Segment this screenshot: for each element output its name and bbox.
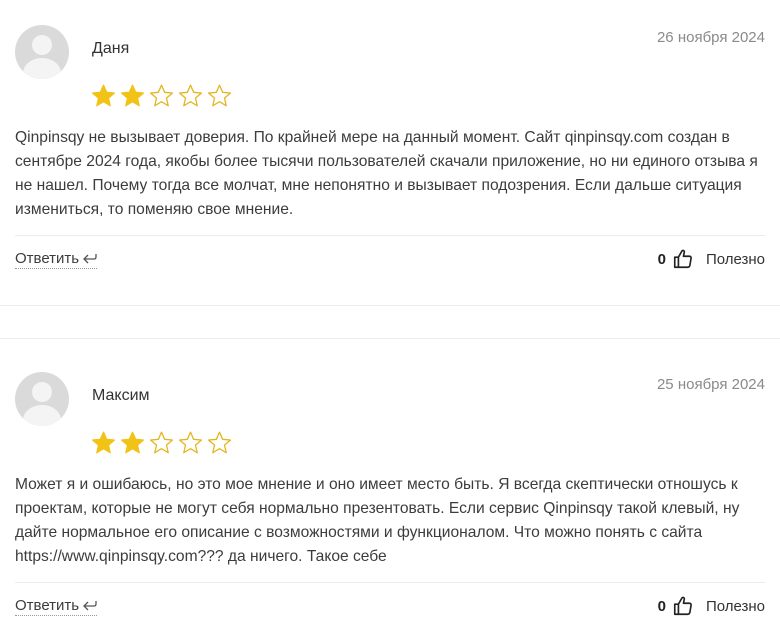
star-filled-icon [121,431,144,454]
star-filled-icon [121,84,144,107]
useful-count: 0 [657,250,666,268]
useful-button[interactable]: Полезно [706,251,765,268]
useful-block: 0 Полезно [658,248,765,270]
star-filled-icon [92,431,115,454]
avatar [15,372,69,426]
review-date: 25 ноября 2024 [656,376,765,393]
star-empty-icon [208,431,231,454]
star-empty-icon [179,431,202,454]
reply-label: Ответить [15,597,80,614]
star-empty-icon [150,431,173,454]
review-divider [0,305,780,339]
review-separator [15,235,765,236]
reply-button[interactable]: Ответить [15,597,98,616]
reply-label: Ответить [15,250,80,267]
thumbs-up-icon[interactable] [672,595,694,617]
review-text: Qinpinsqy не вызывает доверия. По крайне… [15,129,758,218]
review-author: Даня [92,40,130,57]
reply-arrow-icon [83,253,97,263]
avatar [15,25,69,79]
useful-block: 0 Полезно [658,595,765,617]
review-text: Может я и ошибаюсь, но это мое мнение и … [15,476,740,565]
star-rating [90,83,233,109]
star-rating [90,430,233,456]
reply-button[interactable]: Ответить [15,250,98,269]
thumbs-up-icon[interactable] [672,248,694,270]
star-filled-icon [92,84,115,107]
review-date: 26 ноября 2024 [656,29,765,46]
reply-arrow-icon [83,600,97,610]
star-empty-icon [150,84,173,107]
star-empty-icon [208,84,231,107]
review-author: Максим [92,387,150,404]
useful-count: 0 [657,597,666,615]
useful-button[interactable]: Полезно [706,598,765,615]
star-empty-icon [179,84,202,107]
review-separator [15,582,765,583]
